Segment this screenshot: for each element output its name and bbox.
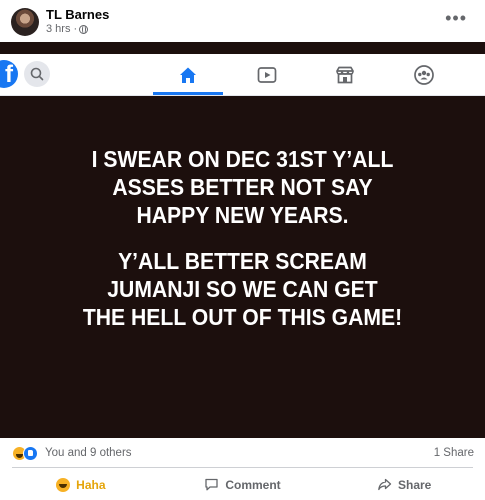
share-button[interactable]: Share [323,469,485,500]
meme-line: I SWEAR ON DEC 31ST Y’ALL [91,146,394,172]
comment-button[interactable]: Comment [162,469,324,500]
meme-line: JUMANJI SO WE CAN GET [107,276,378,302]
image-top-strip [0,42,485,54]
divider [12,467,473,468]
more-icon[interactable]: ••• [445,8,467,29]
facebook-logo-icon: f [0,60,18,88]
like-reaction-icon [23,446,38,461]
share-label: Share [398,477,432,492]
globe-icon [79,24,89,34]
post-time[interactable]: 3 hrs · [46,23,77,35]
action-bar: Haha Comment Share [0,469,485,500]
home-tab-indicator [153,92,223,95]
search-icon [24,61,50,87]
post-meta: 3 hrs · [46,23,89,35]
reaction-summary: You and 9 others 1 Share [0,438,485,468]
meme-line: Y’ALL BETTER SCREAM [118,248,367,274]
share-icon [378,478,392,491]
avatar[interactable] [11,8,39,36]
screenshot-nav-bar: f [0,54,485,96]
meme-line: THE HELL OUT OF THIS GAME! [82,304,403,330]
meme-line: ASSES BETTER NOT SAY [112,174,373,200]
comment-label: Comment [225,477,281,492]
watch-icon [257,67,277,83]
home-icon [180,67,196,83]
shares-count[interactable]: 1 Share [434,447,474,459]
groups-icon [414,65,434,85]
post-image[interactable]: f I SWEAR ON DEC 31ST Y’ALL ASSES BETTER… [0,42,485,438]
meme-text-block-1: I SWEAR ON DEC 31ST Y’ALL ASSES BETTER N… [19,145,465,229]
react-label: Haha [76,477,106,492]
post-header: TL Barnes 3 hrs · ••• [0,0,485,42]
comment-icon [205,478,218,491]
post-author[interactable]: TL Barnes [46,7,109,22]
marketplace-icon [336,66,354,84]
reactions-count[interactable]: You and 9 others [45,447,132,459]
react-button[interactable]: Haha [0,469,162,500]
reaction-icons[interactable] [12,446,42,461]
meme-line: HAPPY NEW YEARS. [136,202,349,228]
haha-reaction-icon [56,477,71,492]
meme-text-block-2: Y’ALL BETTER SCREAM JUMANJI SO WE CAN GE… [19,247,465,331]
